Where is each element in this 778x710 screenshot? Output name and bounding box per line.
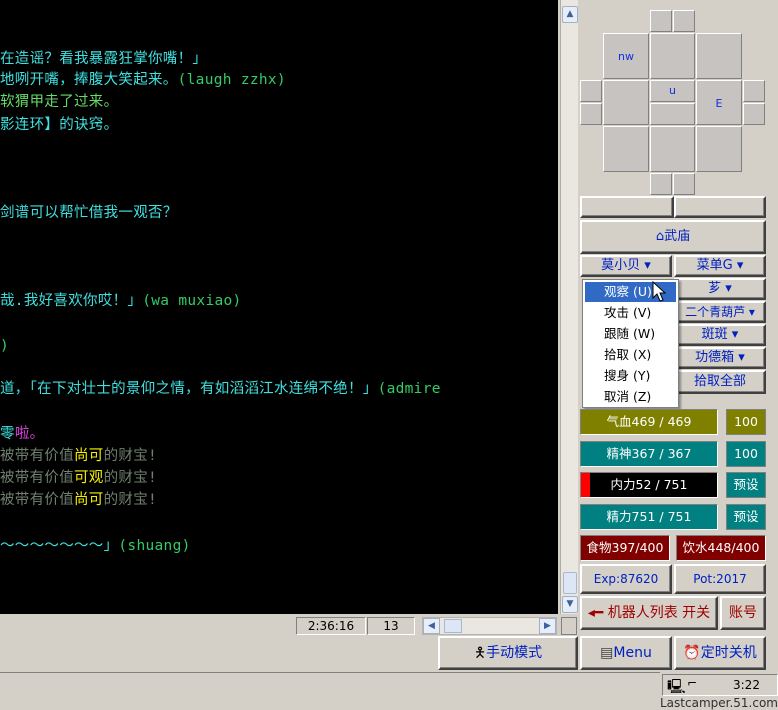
home-icon: ⌂ [655,229,665,244]
out-button[interactable] [674,196,766,218]
jingli-bar: 精力751 / 751 [580,504,718,530]
time-display: 2:36:16 [296,617,366,635]
jing-bar: 精神367 / 367 [580,441,718,467]
tray-clock: 3:22 [733,678,760,692]
terminal-line: 道，「在下对壮士的景仰之情，有如滔滔江水连绵不绝！」(admire [0,381,441,397]
direction-pad: nw u E [580,8,766,195]
menu-button[interactable]: ▤Menu [580,636,672,670]
dir-wu-button[interactable] [580,80,602,102]
neili-bar: 内力52 / 751 [580,472,718,498]
terminal-line: 被带有价值尚可的财宝! [0,448,158,464]
scroll-left-button[interactable]: ◀ [423,618,440,634]
timer-shutdown-button[interactable]: ⏰定时关机 [674,636,766,670]
dir-east-button[interactable]: E [696,80,742,125]
neili-fill [581,473,590,497]
arrow-left-icon: ◂━ [587,605,604,621]
item-dropdown[interactable]: 芗 ▾ [674,278,766,300]
target-dropdown[interactable]: 莫小贝 ▾ [580,255,672,277]
watermark: Lastcamper.51.com [660,696,778,710]
robot-list-toggle-button[interactable]: ◂━ 机器人列表 开关 [580,596,718,630]
alarm-clock-icon: ⏰ [683,645,701,661]
menu-item-search[interactable]: 搜身 (Y) [585,366,676,386]
system-tray: 🖳 ⌐ 3:22 [662,674,778,696]
dir-up-button[interactable]: u [650,80,695,102]
exp-display: Exp:87620 [580,564,672,594]
scroll-right-button[interactable]: ▶ [539,618,556,634]
terminal-line: 软猬甲走了过来。 [0,94,119,110]
terminal-line: ～～～～～～～」(shuang) [0,538,191,554]
preset-button[interactable]: 预设 [726,472,766,498]
scrollbar-corner [561,617,577,635]
location-button[interactable]: ⌂武庙 [580,220,766,254]
water-bar: 饮水448/400 [676,535,766,561]
terminal-line: 被带有价值可观的财宝! [0,470,158,486]
menu-item-follow[interactable]: 跟随 (W) [585,324,676,344]
dir-ne-up-button[interactable] [673,10,695,32]
game-terminal-output: 在造谣？看我暴露狂掌你嘴！」 地咧开嘴，捧腹大笑起来。(laugh zzhx) … [0,0,558,614]
terminal-line: 零啦。 [0,426,45,442]
item-dropdown[interactable]: 二个青葫芦 ▾ [674,301,766,323]
menu-item-attack[interactable]: 攻击 (V) [585,303,676,323]
scroll-up-button[interactable]: ▲ [562,6,578,23]
scroll-thumb[interactable] [563,572,577,594]
terminal-vertical-scrollbar[interactable]: ▲ ▼ [560,0,578,614]
dir-down-button[interactable] [650,103,695,125]
person-icon: 🯅 [473,645,487,661]
gun-icon[interactable]: ⌐ [687,676,697,690]
dir-ne-button[interactable] [696,33,742,79]
dir-sw-button[interactable] [603,126,649,172]
manual-mode-button[interactable]: 🯅手动模式 [438,636,578,670]
document-icon: ▤ [600,645,614,661]
terminal-line: 被带有价值尚可的财宝! [0,492,158,508]
hp-bar: 气血469 / 469 [580,409,718,435]
taskbar-separator [0,672,660,673]
dir-sd2-button[interactable] [673,173,695,195]
dir-ed-button[interactable] [743,103,765,125]
enter-button[interactable] [580,196,674,218]
status-row: 2:36:16 13 ◀ ▶ [0,614,558,638]
dir-se-button[interactable] [696,126,742,172]
menu-g-dropdown[interactable]: 菜单G ▾ [674,255,766,277]
terminal-line: 剑谱可以帮忙借我一观否？ [0,205,178,221]
horizontal-scroll-thumb[interactable] [444,619,462,633]
pick-all-button[interactable]: 拾取全部 [674,370,766,394]
pot-display: Pot:2017 [674,564,766,594]
item-dropdown[interactable]: 功德箱 ▾ [674,347,766,369]
terminal-line: 影连环】的诀窍。 [0,117,119,133]
mouse-cursor-icon [652,281,667,302]
dir-sd-button[interactable] [650,173,672,195]
preset-button[interactable]: 预设 [726,504,766,530]
dir-nu-button[interactable] [650,10,672,32]
count-display: 13 [367,617,415,635]
dir-north-button[interactable] [650,33,695,79]
menu-item-pickup[interactable]: 拾取 (X) [585,345,676,365]
account-button[interactable]: 账号 [720,596,766,630]
scroll-down-button[interactable]: ▼ [562,596,578,613]
dir-nw-button[interactable]: nw [603,33,649,79]
horizontal-scrollbar[interactable]: ◀ ▶ [422,617,557,635]
dir-west-button[interactable] [603,80,649,125]
dir-south-button[interactable] [650,126,695,172]
jing-percent: 100 [726,441,766,467]
dir-wd-button[interactable] [580,103,602,125]
food-bar: 食物397/400 [580,535,670,561]
hp-percent: 100 [726,409,766,435]
terminal-line: ) [0,338,10,354]
item-dropdown[interactable]: 斑斑 ▾ [674,324,766,346]
menu-item-cancel[interactable]: 取消 (Z) [585,387,676,407]
dir-eu-button[interactable] [743,80,765,102]
terminal-line: 哉.我好喜欢你哎！」(wa muxiao) [0,293,242,309]
terminal-line: 在造谣？看我暴露狂掌你嘴！」 [0,51,208,67]
terminal-line: 地咧开嘴，捧腹大笑起来。(laugh zzhx) [0,72,286,88]
